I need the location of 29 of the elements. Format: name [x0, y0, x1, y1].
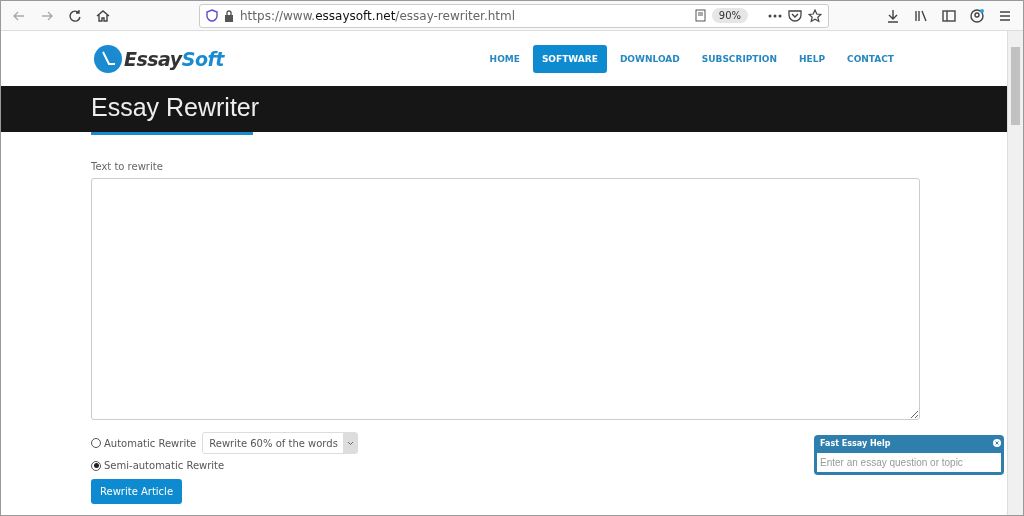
nav-link[interactable]: HOME	[480, 44, 529, 73]
close-icon[interactable]	[993, 439, 1001, 447]
nav-link[interactable]: SOFTWARE	[532, 44, 607, 73]
text-input-field[interactable]	[91, 178, 920, 420]
nav-link[interactable]: DOWNLOAD	[610, 44, 689, 73]
rewrite-dropdown[interactable]: Rewrite 60% of the words	[202, 432, 359, 454]
logo-icon	[94, 44, 122, 73]
pocket-icon[interactable]	[788, 9, 802, 22]
reader-icon[interactable]	[694, 9, 706, 22]
address-bar[interactable]: https://www.essaysoft.net/essay-rewriter.html 90%	[199, 3, 829, 28]
logo[interactable]: EssaySoft	[94, 44, 224, 73]
more-icon[interactable]	[768, 13, 782, 18]
star-icon[interactable]	[808, 8, 822, 23]
scrollbar-thumb[interactable]	[1011, 47, 1020, 125]
zoom-level[interactable]: 90%	[711, 8, 748, 23]
caret-icon	[346, 440, 354, 446]
lock-icon	[224, 9, 234, 22]
shield-icon	[206, 9, 218, 22]
nav-link[interactable]: SUBSCRIPTION	[692, 44, 787, 73]
radio-label: Semi-automatic Rewrite	[104, 460, 225, 471]
page-title: Essay Rewriter	[91, 93, 260, 122]
question-input-field[interactable]: Enter an essay question or topic	[817, 453, 1001, 472]
nav-link[interactable]: CONTACT	[838, 44, 903, 73]
url-text: https://www.essaysoft.net/essay-rewriter.html	[240, 8, 517, 23]
nav-link[interactable]: HELP	[790, 44, 835, 73]
rewrite-button[interactable]: Rewrite Article	[91, 479, 183, 504]
radio-label: Automatic Rewrite	[104, 437, 197, 449]
field-label: Text to rewrite	[91, 161, 164, 172]
widget-title: Fast Essay Help	[819, 438, 892, 448]
